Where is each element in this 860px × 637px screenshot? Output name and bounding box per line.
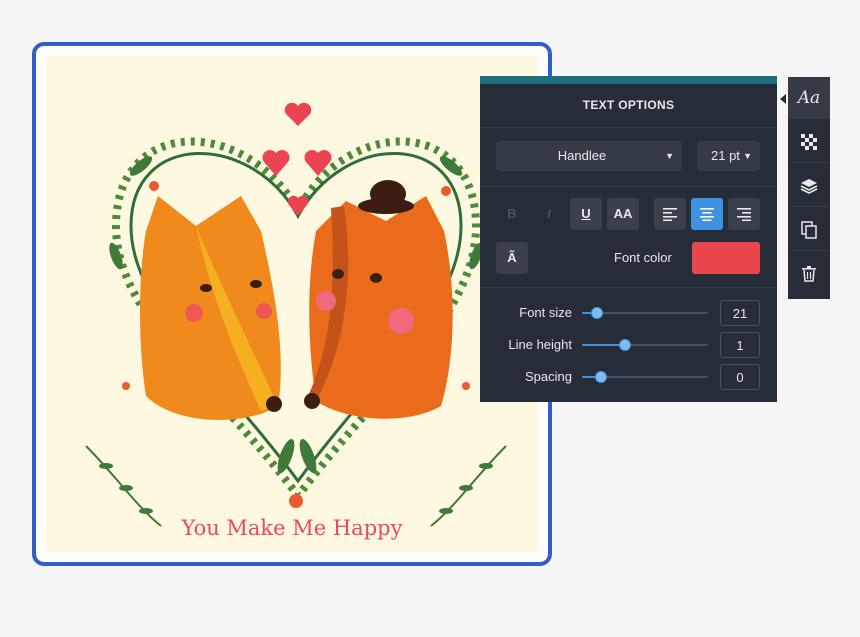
line-height-label: Line height xyxy=(508,337,572,352)
font-family-dropdown[interactable]: Handlee ▼ xyxy=(496,141,682,171)
underline-button[interactable]: U xyxy=(570,198,602,230)
bold-button[interactable]: B xyxy=(496,198,528,230)
text-icon: Aa xyxy=(797,87,821,108)
text-shadow-button[interactable]: Ã xyxy=(496,242,528,274)
transparency-icon xyxy=(801,133,817,150)
font-size-slider[interactable] xyxy=(582,307,708,319)
spacing-slider[interactable] xyxy=(582,371,708,383)
panel-title: TEXT OPTIONS xyxy=(480,84,777,128)
align-left-button[interactable] xyxy=(654,198,686,230)
divider xyxy=(480,186,777,187)
canvas-artboard: You Make Me Happy xyxy=(46,56,538,552)
slider-row-spacing: Spacing 0 xyxy=(496,364,761,390)
line-height-input[interactable]: 1 xyxy=(720,332,760,358)
font-size-select-value: 21 pt xyxy=(711,148,740,163)
align-right-icon xyxy=(737,208,751,221)
slider-handle[interactable] xyxy=(591,307,604,319)
font-family-value: Handlee xyxy=(557,148,607,163)
divider xyxy=(480,287,777,288)
foxes-illustration xyxy=(85,102,507,527)
text-options-panel: TEXT OPTIONS Handlee ▼ 21 pt ▼ B I U AA xyxy=(480,76,777,402)
design-canvas[interactable]: You Make Me Happy xyxy=(32,42,552,566)
slider-handle[interactable] xyxy=(594,371,607,383)
side-toolbar: Aa xyxy=(780,77,830,299)
chevron-down-icon: ▼ xyxy=(743,151,752,161)
align-center-button[interactable] xyxy=(691,198,723,230)
color-row: Ã Font color xyxy=(496,242,761,274)
align-left-icon xyxy=(663,208,677,221)
duplicate-tool-button[interactable] xyxy=(788,209,830,251)
card-caption-text[interactable]: You Make Me Happy xyxy=(46,516,538,540)
font-size-label: Font size xyxy=(519,305,572,320)
align-right-button[interactable] xyxy=(728,198,760,230)
slider-row-font-size: Font size 21 xyxy=(496,300,761,326)
delete-tool-button[interactable] xyxy=(788,253,830,295)
spacing-label: Spacing xyxy=(525,369,572,384)
slider-handle[interactable] xyxy=(618,339,631,351)
font-color-label: Font color xyxy=(614,250,672,265)
duplicate-icon xyxy=(801,220,817,239)
layers-icon xyxy=(800,178,818,194)
layers-tool-button[interactable] xyxy=(788,165,830,207)
chevron-down-icon: ▼ xyxy=(665,151,674,161)
transparency-tool-button[interactable] xyxy=(788,121,830,163)
align-center-icon xyxy=(700,208,714,221)
line-height-slider[interactable] xyxy=(582,339,708,351)
font-size-dropdown[interactable]: 21 pt ▼ xyxy=(697,141,760,171)
slider-row-line-height: Line height 1 xyxy=(496,332,761,358)
text-tool-button[interactable]: Aa xyxy=(788,77,830,119)
format-row: B I U AA xyxy=(496,198,761,230)
italic-button[interactable]: I xyxy=(533,198,565,230)
spacing-input[interactable]: 0 xyxy=(720,364,760,390)
font-color-swatch[interactable] xyxy=(692,242,760,274)
trash-icon xyxy=(802,266,816,282)
toolbar-pointer xyxy=(780,94,786,104)
font-size-input[interactable]: 21 xyxy=(720,300,760,326)
uppercase-button[interactable]: AA xyxy=(607,198,639,230)
font-row: Handlee ▼ 21 pt ▼ xyxy=(496,141,761,171)
